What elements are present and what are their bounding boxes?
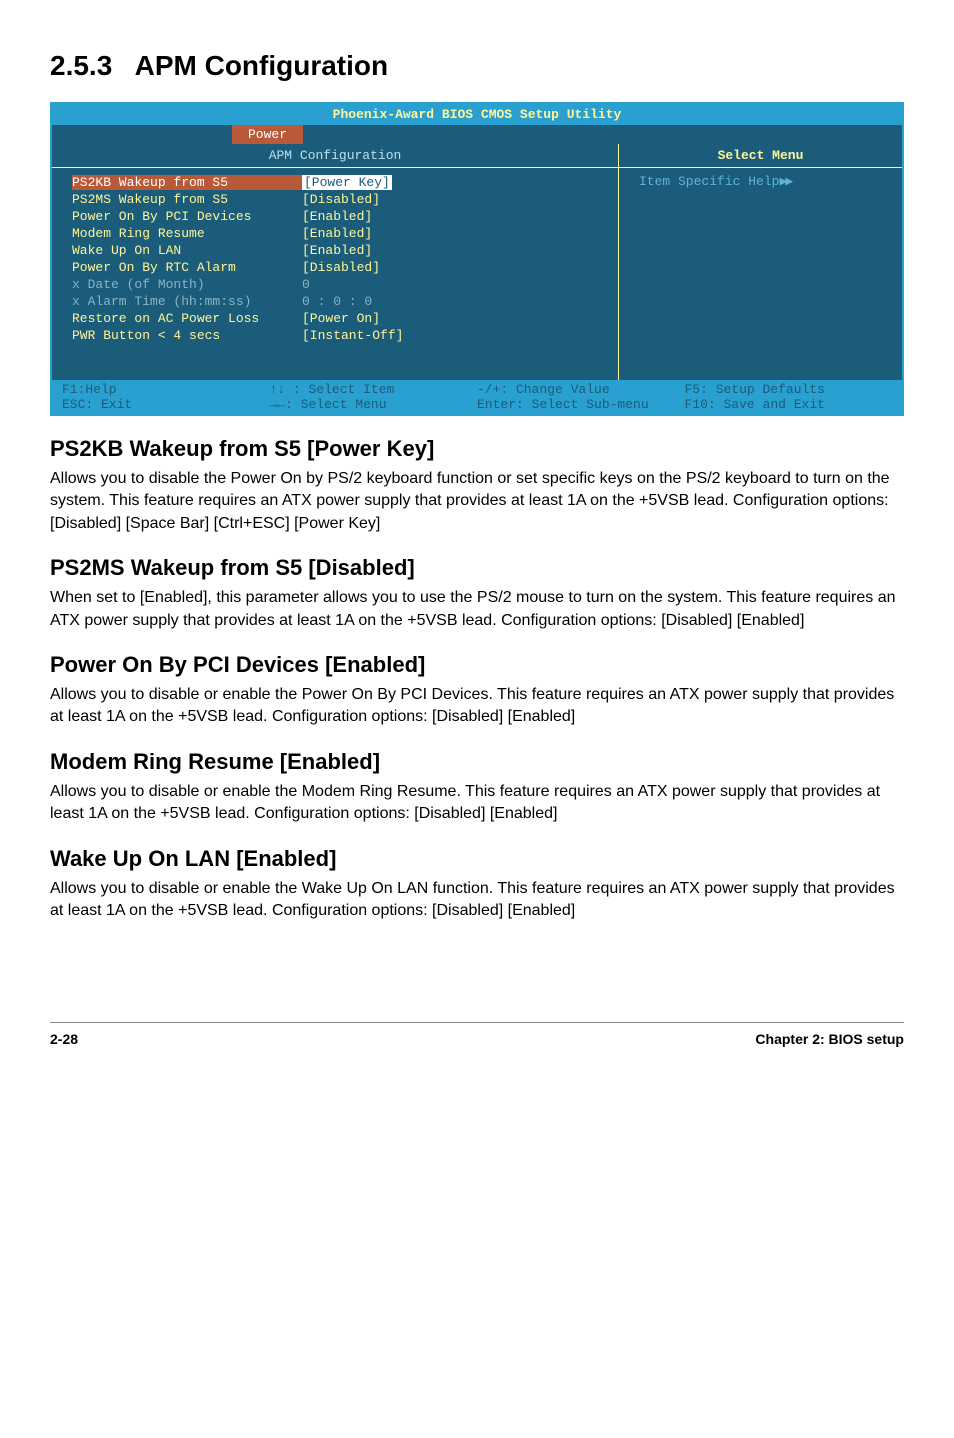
subsection-heading: Power On By PCI Devices [Enabled] [50,652,904,678]
bios-footer-col3: -/+: Change Value Enter: Select Sub-menu [477,382,685,412]
bios-setting-value: [Enabled] [302,209,598,224]
chapter-label: Chapter 2: BIOS setup [755,1031,904,1047]
bios-setting-row: Modem Ring Resume[Enabled] [72,225,598,242]
bios-setting-row: x Date (of Month) 0 [72,276,598,293]
subsections-container: PS2KB Wakeup from S5 [Power Key] Allows y… [50,436,904,922]
section-number: 2.5.3 [50,50,112,81]
bios-setting-value: [Instant-Off] [302,328,598,343]
bios-setting-label: Power On By RTC Alarm [72,260,302,275]
bios-right-pane: Select Menu Item Specific Help▶▶ [619,144,902,380]
subsection-body: Allows you to disable the Power On by PS… [50,468,904,535]
bios-setting-value: [Enabled] [302,226,598,241]
bios-setting-row: Wake Up On LAN[Enabled] [72,242,598,259]
bios-setting-value: [Enabled] [302,243,598,258]
section-heading: 2.5.3 APM Configuration [50,50,904,82]
bios-setting-label: x Alarm Time (hh:mm:ss) [72,294,302,309]
bios-tab-row: Power [52,125,902,144]
bios-setting-label: Modem Ring Resume [72,226,302,241]
subsection-body: Allows you to disable or enable the Mode… [50,781,904,826]
section-title-text: APM Configuration [135,50,389,81]
bios-setting-label: PS2KB Wakeup from S5 [72,175,302,190]
bios-setting-value: 0 : 0 : 0 [302,294,598,309]
bios-setting-value: 0 [302,277,598,292]
bios-setting-row: x Alarm Time (hh:mm:ss) 0 : 0 : 0 [72,293,598,310]
bios-tab-power: Power [232,125,303,144]
bios-left-pane: APM Configuration PS2KB Wakeup from S5[P… [52,144,619,380]
subsection-body: When set to [Enabled], this parameter al… [50,587,904,632]
bios-setting-label: PS2MS Wakeup from S5 [72,192,302,207]
bios-body: APM Configuration PS2KB Wakeup from S5[P… [52,144,902,380]
bios-setting-row: Power On By PCI Devices[Enabled] [72,208,598,225]
bios-setting-row: Power On By RTC Alarm[Disabled] [72,259,598,276]
bios-setting-row: Restore on AC Power Loss[Power On] [72,310,598,327]
bios-help-body: Item Specific Help▶▶ [619,168,902,195]
subsection-heading: Wake Up On LAN [Enabled] [50,846,904,872]
bios-selected-value: [Power Key] [302,175,392,190]
bios-setting-row: PS2MS Wakeup from S5[Disabled] [72,191,598,208]
subsection-body: Allows you to disable or enable the Wake… [50,878,904,923]
bios-footer-col1: F1:Help ESC: Exit [62,382,270,412]
double-arrow-icon: ▶▶ [779,174,791,189]
bios-setting-value: [Power On] [302,311,598,326]
page-number: 2-28 [50,1031,78,1047]
bios-window-title: Phoenix-Award BIOS CMOS Setup Utility [52,104,902,125]
bios-footer-col4: F5: Setup Defaults F10: Save and Exit [685,382,893,412]
bios-left-header: APM Configuration [52,144,618,168]
bios-setting-label: Power On By PCI Devices [72,209,302,224]
bios-settings-list: PS2KB Wakeup from S5[Power Key] PS2MS Wa… [52,168,618,380]
bios-right-header: Select Menu [619,144,902,168]
bios-setting-label: Restore on AC Power Loss [72,311,302,326]
subsection-heading: PS2KB Wakeup from S5 [Power Key] [50,436,904,462]
bios-footer: F1:Help ESC: Exit ↑↓ : Select Item →←: S… [52,380,902,414]
bios-setting-label: Wake Up On LAN [72,243,302,258]
bios-setting-row: PS2KB Wakeup from S5[Power Key] [72,174,598,191]
bios-help-text: Item Specific Help [639,174,779,189]
bios-setting-row: PWR Button < 4 secs[Instant-Off] [72,327,598,344]
bios-footer-col2: ↑↓ : Select Item →←: Select Menu [270,382,478,412]
bios-setting-value: [Disabled] [302,260,598,275]
bios-setting-value: [Power Key] [302,175,598,190]
subsection-heading: PS2MS Wakeup from S5 [Disabled] [50,555,904,581]
bios-setting-value: [Disabled] [302,192,598,207]
page-footer: 2-28 Chapter 2: BIOS setup [50,1022,904,1047]
bios-screenshot: Phoenix-Award BIOS CMOS Setup Utility Po… [50,102,904,416]
subsection-body: Allows you to disable or enable the Powe… [50,684,904,729]
bios-setting-label: x Date (of Month) [72,277,302,292]
subsection-heading: Modem Ring Resume [Enabled] [50,749,904,775]
bios-setting-label: PWR Button < 4 secs [72,328,302,343]
